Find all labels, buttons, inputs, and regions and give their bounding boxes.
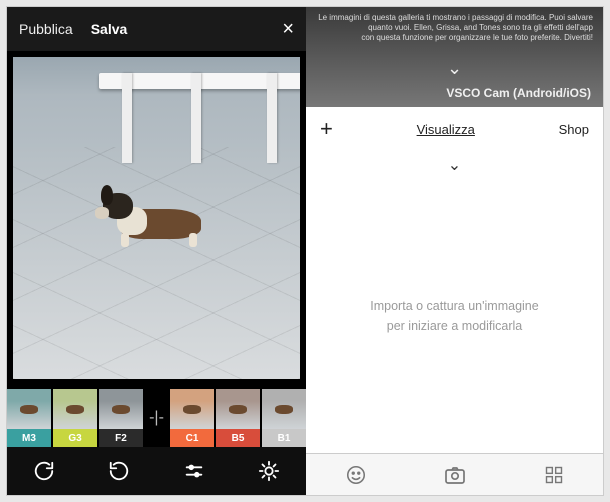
chevron-down-icon[interactable]: ⌄ [448,155,461,175]
close-button[interactable]: × [282,18,294,41]
undo-icon[interactable] [106,458,132,484]
filter-separator: -|- [145,389,168,447]
filter-f2[interactable]: F2 [99,389,143,447]
filter-m3[interactable]: M3 [7,389,51,447]
library-tabs: + Visualizza Shop [306,107,603,151]
redo-icon[interactable] [31,458,57,484]
chevron-down-icon: ⌄ [447,57,462,80]
filter-label: B5 [216,429,260,447]
camera-icon[interactable] [442,462,468,488]
filter-c1[interactable]: C1 [170,389,214,447]
filter-thumb [53,389,97,429]
tab-shop[interactable]: Shop [559,122,589,137]
library-body: ⌄ Importa o cattura un'immagine per iniz… [306,151,603,453]
blurred-text: quanto vuoi. Ellen, Grissa, and Tones so… [316,23,593,33]
filter-thumb [99,389,143,429]
filter-b5[interactable]: B5 [216,389,260,447]
filter-b1[interactable]: B1 [262,389,306,447]
filter-thumb [216,389,260,429]
library-panel: Le immagini di questa galleria ti mostra… [306,7,603,495]
filter-label: F2 [99,429,143,447]
blurred-text: Le immagini di questa galleria ti mostra… [316,13,593,23]
photo-canvas[interactable] [13,57,300,379]
grid-icon[interactable] [541,462,567,488]
filter-thumb [7,389,51,429]
add-button[interactable]: + [320,116,333,142]
filter-label: C1 [170,429,214,447]
blurred-text: con questa funzione per organizzare le t… [316,33,593,43]
empty-line2: per iniziare a modificarla [306,316,603,336]
editor-panel: Pubblica Salva × [7,7,306,495]
library-blurred-header: Le immagini di questa galleria ti mostra… [306,7,603,107]
tab-view[interactable]: Visualizza [333,122,559,137]
filter-label: M3 [7,429,51,447]
smile-icon[interactable] [343,462,369,488]
save-button[interactable]: Salva [91,21,128,37]
library-bottom-bar [306,453,603,495]
app-name: VSCO Cam (Android/iOS) [446,86,591,101]
editor-bottom-bar [7,447,306,495]
gear-icon[interactable] [256,458,282,484]
empty-line1: Importa o cattura un'immagine [306,296,603,316]
filter-g3[interactable]: G3 [53,389,97,447]
library-empty-state: Importa o cattura un'immagine per inizia… [306,296,603,336]
filters-strip[interactable]: M3G3F2-|-C1B5B1 [7,385,306,447]
filter-label: B1 [262,429,306,447]
sliders-icon[interactable] [181,458,207,484]
editor-header: Pubblica Salva × [7,7,306,51]
filter-label: G3 [53,429,97,447]
filter-thumb [170,389,214,429]
photo-canvas-wrap [7,51,306,385]
filter-thumb [262,389,306,429]
publish-button[interactable]: Pubblica [19,21,73,37]
